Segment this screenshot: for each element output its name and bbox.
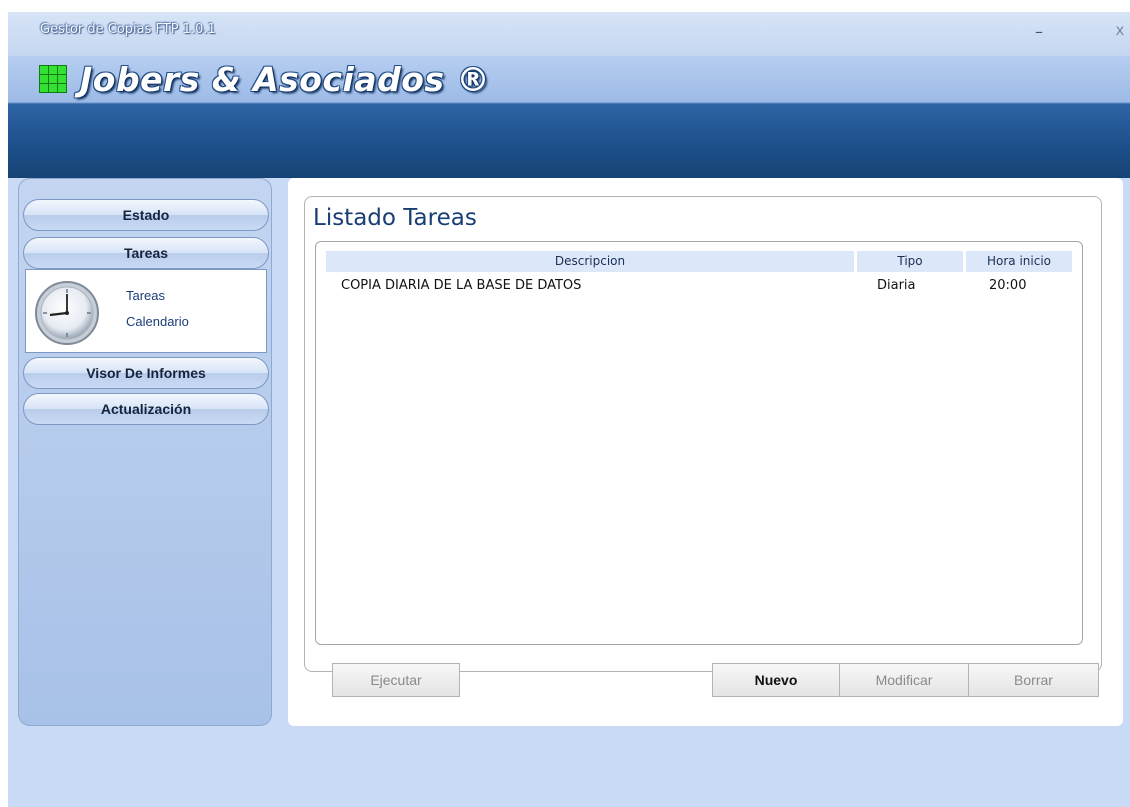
close-button[interactable]: x [1111, 18, 1129, 42]
app-window: Gestor de Copias FTP 1.0.1 – x Jobers & … [8, 12, 1130, 807]
submenu-link-tareas[interactable]: Tareas [126, 288, 165, 303]
task-list-frame: Listado Tareas Descripcion Tipo Hora ini… [304, 196, 1102, 672]
title-bar[interactable]: Gestor de Copias FTP 1.0.1 – x [8, 12, 1130, 56]
page-title: Listado Tareas [313, 205, 477, 231]
column-header-tipo[interactable]: Tipo [857, 251, 963, 272]
delete-button[interactable]: Borrar [968, 663, 1099, 697]
sidebar-item-actualizacion[interactable]: Actualización [23, 393, 269, 425]
minimize-button[interactable]: – [1028, 20, 1050, 44]
sidebar: Estado Tareas Tareas Calendario Visor De… [18, 178, 272, 726]
clock-icon [35, 281, 99, 345]
column-header-hora-inicio[interactable]: Hora inicio [966, 251, 1072, 272]
company-logo-text: Jobers & Asociados ® [80, 60, 491, 99]
sidebar-item-estado[interactable]: Estado [23, 199, 269, 231]
main-panel: Listado Tareas Descripcion Tipo Hora ini… [288, 178, 1123, 726]
header-banner: Jobers & Asociados ® [8, 56, 1130, 178]
cell-hora-inicio: 20:00 [989, 278, 1027, 293]
sidebar-item-tareas[interactable]: Tareas [23, 237, 269, 269]
column-header-descripcion[interactable]: Descripcion [326, 251, 854, 272]
tareas-submenu: Tareas Calendario [25, 269, 267, 353]
edit-button[interactable]: Modificar [839, 663, 969, 697]
cell-tipo: Diaria [877, 278, 916, 293]
run-button[interactable]: Ejecutar [332, 663, 460, 697]
submenu-link-calendario[interactable]: Calendario [126, 314, 189, 329]
new-button[interactable]: Nuevo [712, 663, 840, 697]
sidebar-item-visor-de-informes[interactable]: Visor De Informes [23, 357, 269, 389]
window-title: Gestor de Copias FTP 1.0.1 [40, 22, 216, 37]
task-table[interactable]: Descripcion Tipo Hora inicio COPIA DIARI… [315, 241, 1083, 645]
green-grid-icon [39, 65, 67, 93]
cell-descripcion: COPIA DIARIA DE LA BASE DE DATOS [341, 278, 582, 293]
table-header: Descripcion Tipo Hora inicio [326, 251, 1072, 272]
